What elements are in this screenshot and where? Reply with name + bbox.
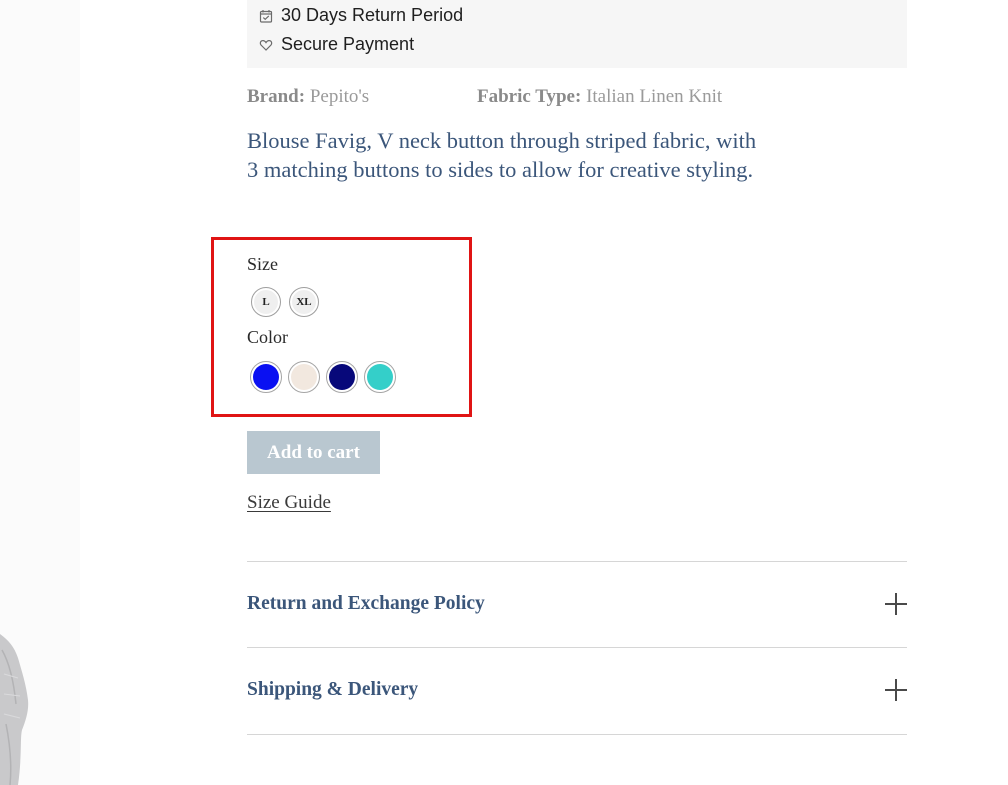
- spec-brand-label: Brand:: [247, 86, 306, 107]
- spec-fabric-value: Italian Linen Knit: [586, 86, 723, 107]
- plus-icon[interactable]: [885, 679, 907, 701]
- color-fill: [253, 364, 279, 390]
- size-guide-link[interactable]: Size Guide: [247, 492, 331, 514]
- color-fill: [291, 364, 317, 390]
- perk-label: Secure Payment: [281, 34, 415, 54]
- accordion-title: Return and Exchange Policy: [247, 593, 485, 614]
- accordion-title: Shipping & Delivery: [247, 679, 419, 700]
- calendar-check-icon: [259, 9, 273, 23]
- color-option-blue[interactable]: [250, 361, 282, 393]
- heart-icon: [259, 39, 273, 51]
- spec-brand-value: Pepito's: [309, 86, 370, 107]
- product-description: Blouse Favig, V neck button through stri…: [247, 128, 757, 182]
- perk-secure-payment: Secure Payment: [259, 34, 414, 55]
- spec-fabric: Fabric Type: Italian Linen Knit: [477, 86, 722, 108]
- accordion-return-policy[interactable]: Return and Exchange Policy: [247, 584, 907, 624]
- spec-fabric-label: Fabric Type:: [477, 86, 582, 107]
- divider: [247, 647, 907, 648]
- color-label: Color: [247, 327, 289, 347]
- size-label: Size: [247, 254, 278, 274]
- perk-return-period: 30 Days Return Period: [259, 5, 463, 26]
- plus-icon[interactable]: [885, 593, 907, 615]
- add-to-cart-button[interactable]: Add to cart: [247, 431, 380, 474]
- color-option-navy[interactable]: [326, 361, 358, 393]
- spec-brand: Brand: Pepito's: [247, 86, 369, 108]
- color-option-turquoise[interactable]: [364, 361, 396, 393]
- perk-label: 30 Days Return Period: [281, 5, 464, 25]
- product-image-edge: [0, 634, 29, 785]
- color-option-beige[interactable]: [288, 361, 320, 393]
- perks-box: 30 Days Return Period Secure Payment: [247, 0, 907, 68]
- accordion-shipping-delivery[interactable]: Shipping & Delivery: [247, 670, 907, 710]
- size-option-l[interactable]: L: [251, 287, 281, 317]
- divider: [247, 734, 907, 735]
- color-fill: [329, 364, 355, 390]
- divider: [247, 561, 907, 562]
- color-fill: [367, 364, 393, 390]
- size-option-xl[interactable]: XL: [289, 287, 319, 317]
